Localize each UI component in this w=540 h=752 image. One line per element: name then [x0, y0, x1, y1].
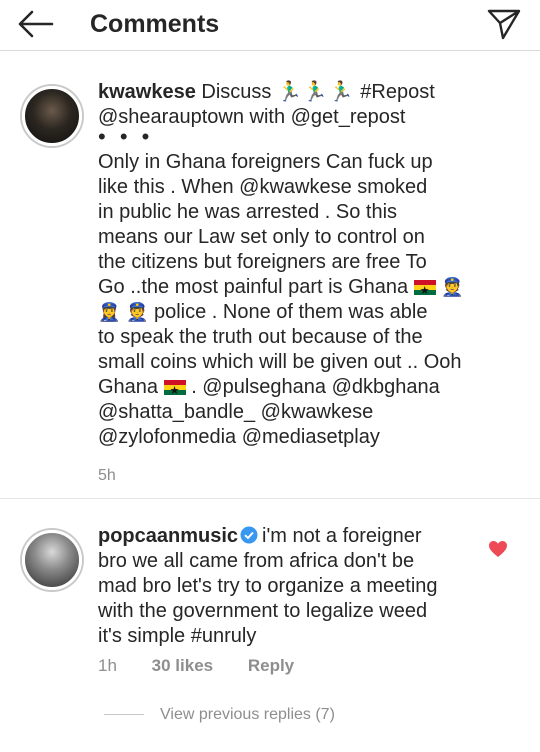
header-bar: Comments — [0, 0, 540, 51]
caption-body-line[interactable]: @shatta_bandle_ @kwawkese — [98, 400, 518, 425]
caption-body-line-ghana2: Ghana . @pulseghana @dkbghana — [98, 375, 518, 404]
repost-hashtag[interactable]: #Repost — [355, 81, 435, 103]
reply-meta: 1h 30 likes Reply — [98, 656, 324, 676]
ghana-flag-icon — [163, 379, 186, 404]
caption-body-line: like this . When @kwawkese smoked — [98, 176, 428, 198]
reply-line: bro we all came from africa don't be — [98, 550, 415, 572]
caption-comment: kwawkese Discuss 🏃‍♂️🏃‍♂️🏃‍♂️ #Repost @s… — [0, 50, 540, 499]
send-direct-icon[interactable] — [486, 6, 522, 42]
ghana-flag-icon — [413, 279, 436, 304]
reply-line: i'm not a foreigner — [262, 525, 422, 547]
divider — [104, 714, 144, 716]
caption-body-line-police: 👮‍♀️ 👮 police . None of them was able — [98, 300, 518, 325]
caption-body-line[interactable]: @zylofonmedia @mediasetplay — [98, 425, 518, 450]
caption-discuss: Discuss — [195, 81, 277, 103]
caption-body: Only in Ghana foreigners Can fuck up lik… — [98, 150, 518, 450]
view-previous-label[interactable]: View previous replies (7) — [160, 706, 335, 723]
caption-line-2: @shearauptown with @get_repost — [98, 106, 406, 128]
police-emoji-icon: 👮 — [125, 302, 149, 322]
page-title: Comments — [90, 10, 220, 38]
back-arrow-icon[interactable] — [16, 8, 56, 40]
caption-username[interactable]: kwawkese — [98, 81, 196, 103]
reply-line: it's simple #unruly — [98, 625, 257, 647]
reply-timestamp: 1h — [98, 656, 117, 675]
caption-text-span: Go ..the most painful part is Ghana — [98, 276, 409, 298]
reply-line: with the government to legalize weed — [98, 600, 428, 622]
police-emoji-icon: 👮‍♀️ — [98, 302, 121, 322]
likes-count[interactable]: 30 likes — [152, 656, 213, 675]
caption-body-line: to speak the truth out because of the — [98, 326, 423, 348]
caption-body-line-ghana: Go ..the most painful part is Ghana 👮 — [98, 275, 518, 304]
reply-line: mad bro let's try to organize a meeting — [98, 575, 438, 597]
caption-body-line: means our Law set only to control on — [98, 226, 425, 248]
caption-text: kwawkese Discuss 🏃‍♂️🏃‍♂️🏃‍♂️ #Repost @s… — [98, 80, 518, 450]
caption-text-span: police . None of them was able — [153, 301, 428, 323]
caption-body-line: in public he was arrested . So this — [98, 201, 398, 223]
avatar[interactable] — [22, 86, 82, 146]
avatar[interactable] — [22, 530, 82, 590]
ellipsis-dots: • • • — [98, 124, 154, 149]
caption-body-line: Only in Ghana foreigners Can fuck up — [98, 151, 433, 173]
heart-icon[interactable] — [488, 540, 508, 558]
reply-comment: popcaanmusic i'm not a foreigner bro we a… — [98, 524, 478, 649]
verified-badge-icon — [240, 526, 258, 544]
mention-links[interactable]: . @pulseghana @dkbghana — [191, 376, 440, 398]
caption-body-line: the citizens but foreigners are free To — [98, 251, 427, 273]
caption-timestamp: 5h — [98, 467, 116, 484]
view-previous-replies[interactable]: View previous replies (7) — [104, 706, 335, 724]
caption-text-span: Ghana — [98, 376, 159, 398]
police-emoji-icon: 👮 — [441, 277, 464, 297]
caption-body-line: small coins which will be given out .. O… — [98, 351, 462, 373]
running-emoji: 🏃‍♂️🏃‍♂️🏃‍♂️ — [276, 81, 355, 103]
reply-button[interactable]: Reply — [248, 656, 294, 675]
reply-username[interactable]: popcaanmusic — [98, 525, 238, 547]
